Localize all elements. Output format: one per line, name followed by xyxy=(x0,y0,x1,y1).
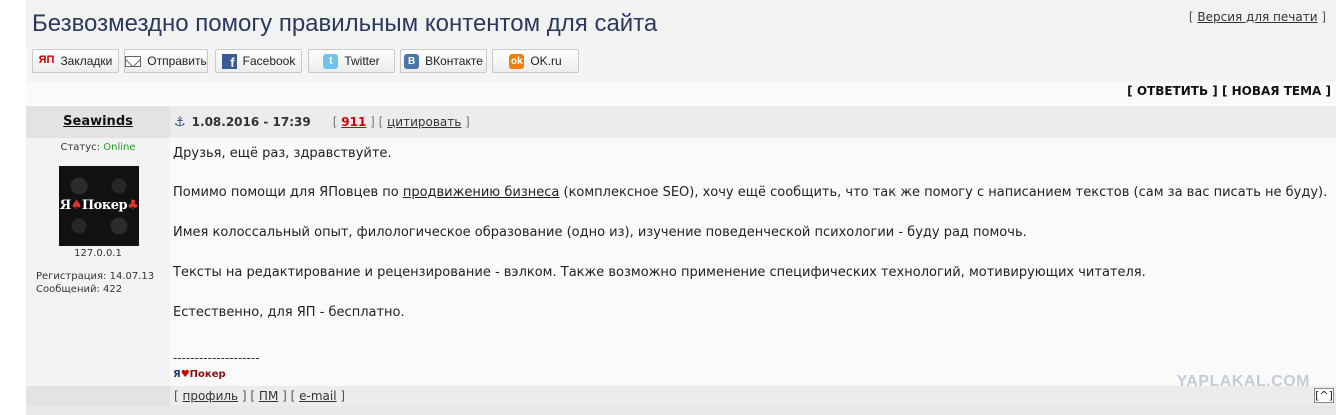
twitter-button[interactable]: t Twitter xyxy=(308,49,395,73)
reply-bar: [ ОТВЕТИТЬ ] [ НОВАЯ ТЕМА ] xyxy=(26,82,1336,104)
topic-actions: [ ОТВЕТИТЬ ] [ НОВАЯ ТЕМА ] xyxy=(1127,84,1331,98)
post-content: Друзья, ещё раз, здравствуйте. Помимо по… xyxy=(170,138,1336,386)
reply-button[interactable]: [ ОТВЕТИТЬ ] xyxy=(1127,84,1218,98)
post-text: Помимо помощи для ЯПовцев по xyxy=(173,185,403,200)
avatar: Я♠Покер♣ xyxy=(59,166,139,246)
send-button[interactable]: Отправить xyxy=(124,49,208,73)
bracket: ] [ xyxy=(238,389,259,403)
message-count: Сообщений: 422 xyxy=(36,284,123,295)
share-label: Отправить xyxy=(147,54,207,68)
mail-icon xyxy=(125,55,142,67)
signature-divider: -------------------- xyxy=(173,351,260,365)
share-label: Twitter xyxy=(344,54,380,68)
heart-icon: ♥ xyxy=(180,369,190,380)
topic-title: Безвозмездно помогу правильным контентом… xyxy=(32,10,658,37)
signature-text: Я xyxy=(173,369,181,380)
post-body: Статус: Online Я♠Покер♣ 127.0.0.1 Регист… xyxy=(26,138,1336,386)
post-header: Seawinds ⚓ 1.08.2016 - 17:39 [ 911 ] [ цит… xyxy=(26,106,1336,138)
bracket: ] xyxy=(461,115,470,129)
share-label: OK.ru xyxy=(530,54,562,68)
author-panel: Статус: Online Я♠Покер♣ 127.0.0.1 Регист… xyxy=(26,138,170,386)
bracket: ] xyxy=(1317,10,1326,24)
avatar-text: Покер xyxy=(81,198,128,213)
scroll-top-button[interactable]: [^] xyxy=(1314,388,1334,403)
vk-button[interactable]: B ВКонтакте xyxy=(400,49,487,73)
print-version: [ Версия для печати ] xyxy=(1189,10,1326,24)
author-ip: 127.0.0.1 xyxy=(74,248,122,259)
share-label: ВКонтакте xyxy=(425,54,483,68)
site-watermark: YAPLAKAL.COM xyxy=(1176,373,1310,390)
bottom-divider xyxy=(26,406,1336,415)
bracket: ] [ xyxy=(278,389,300,403)
topic-header: Безвозмездно помогу правильным контентом… xyxy=(26,0,1336,45)
bracket: ] xyxy=(336,389,346,403)
post-date: 1.08.2016 - 17:39 xyxy=(191,115,311,129)
print-version-link[interactable]: Версия для печати xyxy=(1197,10,1317,24)
share-bar: ЯП Закладки Отправить f Facebook t Twitt… xyxy=(26,44,1336,83)
footer-author-cell xyxy=(26,386,170,406)
post-meta: ⚓ 1.08.2016 - 17:39 [ 911 ] [ цитировать ] xyxy=(174,115,470,130)
signature: Я♥Покер xyxy=(173,369,226,380)
facebook-icon: f xyxy=(221,53,237,70)
anchor-icon[interactable]: ⚓ xyxy=(174,115,186,130)
status-value: Online xyxy=(103,142,136,153)
profile-link[interactable]: профиль xyxy=(183,389,239,403)
post-paragraph: Имея колоссальный опыт, филологическое о… xyxy=(173,225,1027,240)
avatar-text: Я xyxy=(59,198,71,213)
author-status: Статус: Online xyxy=(26,142,170,153)
club-icon: ♣ xyxy=(127,198,139,213)
post-paragraph: Естественно, для ЯП - бесплатно. xyxy=(173,305,405,320)
author-cell: Seawinds xyxy=(26,106,170,138)
new-topic-button[interactable]: [ НОВАЯ ТЕМА ] xyxy=(1222,84,1331,98)
bracket: ] [ xyxy=(366,115,388,129)
bookmarks-button[interactable]: ЯП Закладки xyxy=(32,49,119,73)
share-label: Facebook xyxy=(242,54,296,68)
bracket: [ xyxy=(174,389,183,403)
status-label: Статус: xyxy=(60,142,104,153)
twitter-icon: t xyxy=(323,53,339,69)
ok-button[interactable]: ok OK.ru xyxy=(492,49,579,73)
ok-icon: ok xyxy=(509,53,525,69)
bracket: [ xyxy=(332,115,342,129)
vk-icon: B xyxy=(404,53,420,69)
post-paragraph: Тексты на редактирование и рецензировани… xyxy=(173,265,1146,280)
author-name-link[interactable]: Seawinds xyxy=(26,114,170,129)
share-label: Закладки xyxy=(60,54,113,68)
registration-date: Регистрация: 14.07.13 xyxy=(36,271,155,282)
email-link[interactable]: e-mail xyxy=(299,389,336,403)
spade-icon: ♠ xyxy=(70,198,83,213)
quote-link[interactable]: цитировать xyxy=(387,115,461,129)
post-number-link[interactable]: 911 xyxy=(341,115,366,129)
author-links: [ профиль ] [ ПМ ] [ e-mail ] xyxy=(174,389,345,403)
page: Безвозмездно помогу правильным контентом… xyxy=(26,0,1336,415)
post-paragraph: Друзья, ещё раз, здравствуйте. xyxy=(173,146,392,161)
business-promotion-link[interactable]: продвижению бизнеса xyxy=(403,185,560,200)
pm-link[interactable]: ПМ xyxy=(259,389,278,403)
yap-icon: ЯП xyxy=(38,53,55,66)
post-footer: [ профиль ] [ ПМ ] [ e-mail ] YAPLAKAL.C… xyxy=(26,373,1336,406)
author-stats: Регистрация: 14.07.13 Сообщений: 422 xyxy=(36,270,154,296)
post-text: (комплексное SEO), хочу ещё сообщить, чт… xyxy=(559,185,1328,200)
avatar-logo: Я♠Покер♣ xyxy=(59,198,139,213)
facebook-button[interactable]: f Facebook xyxy=(215,49,302,73)
signature-text: Покер xyxy=(189,369,226,380)
post-paragraph: Помимо помощи для ЯПовцев по продвижению… xyxy=(173,185,1327,200)
